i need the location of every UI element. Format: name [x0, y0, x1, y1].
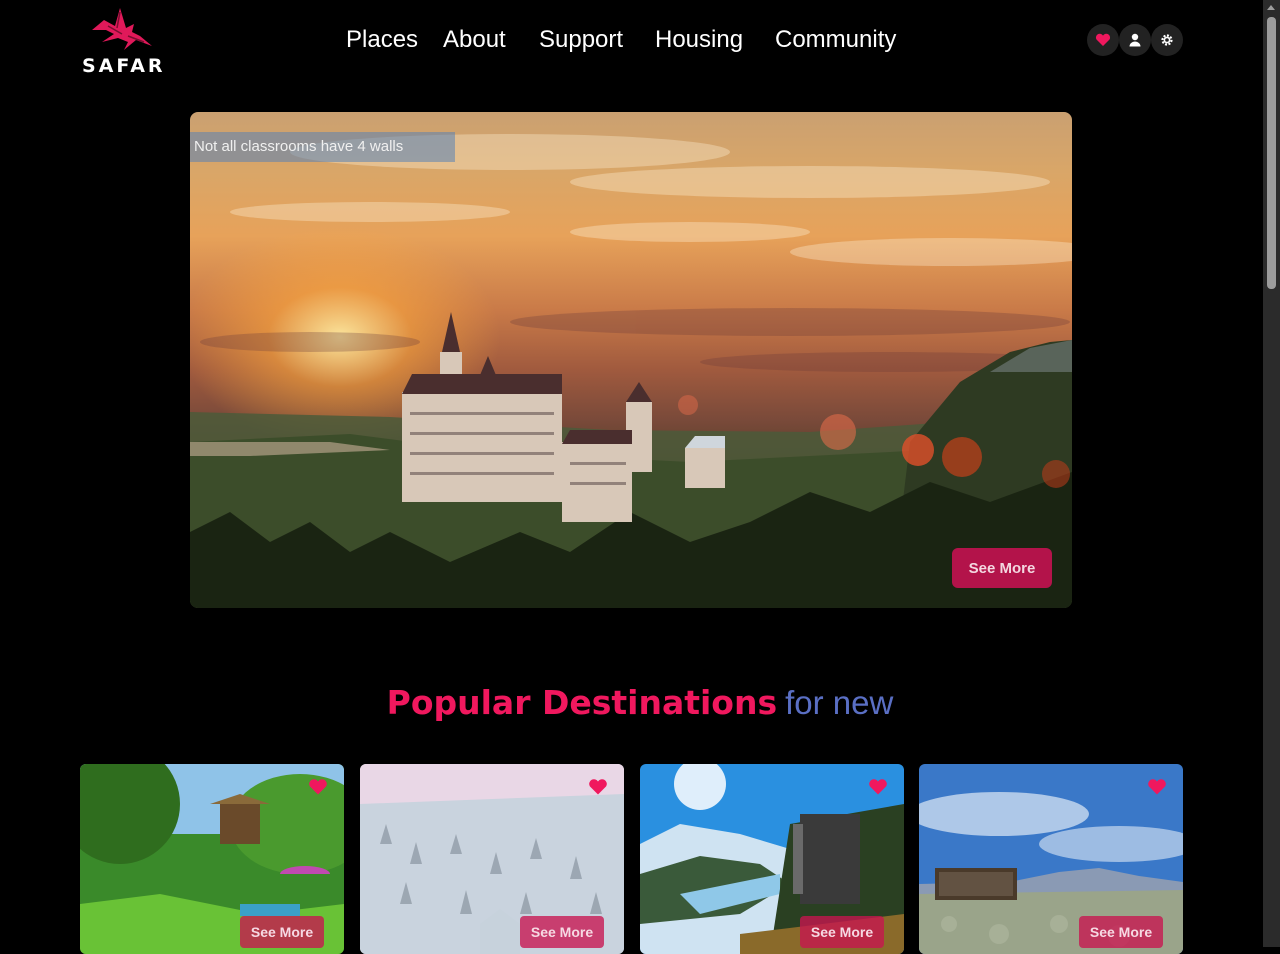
- settings-button[interactable]: [1151, 24, 1183, 56]
- heart-icon[interactable]: [1147, 778, 1167, 796]
- destination-card[interactable]: See More: [640, 764, 904, 954]
- castle-sunset-image: [190, 134, 1072, 608]
- section-title: Popular Destinations for new: [0, 683, 1280, 722]
- nav-item-places[interactable]: Places: [346, 26, 418, 54]
- brand-name: SAFAR: [82, 55, 166, 77]
- card-see-more-button[interactable]: See More: [800, 916, 884, 948]
- favorites-button[interactable]: [1087, 24, 1119, 56]
- card-see-more-button[interactable]: See More: [520, 916, 604, 948]
- scroll-up-icon[interactable]: [1267, 5, 1275, 10]
- nav-item-support[interactable]: Support: [539, 26, 623, 54]
- hero-banner: Not all classrooms have 4 walls See More: [190, 112, 1072, 608]
- user-icon: [1129, 33, 1141, 47]
- heart-icon: [1095, 33, 1111, 46]
- card-see-more-button[interactable]: See More: [240, 916, 324, 948]
- profile-button[interactable]: [1119, 24, 1151, 56]
- section-title-main: Popular Destinations: [386, 683, 778, 722]
- gear-icon: [1161, 34, 1173, 46]
- heart-icon[interactable]: [868, 778, 888, 796]
- heart-icon[interactable]: [588, 778, 608, 796]
- hero-caption: Not all classrooms have 4 walls: [190, 132, 455, 162]
- hero-see-more-button[interactable]: See More: [952, 548, 1052, 588]
- heart-icon[interactable]: [308, 778, 328, 796]
- nav-item-housing[interactable]: Housing: [655, 26, 743, 54]
- nav-item-about[interactable]: About: [443, 26, 506, 54]
- scroll-thumb[interactable]: [1267, 17, 1276, 289]
- section-title-sub: for new: [785, 684, 894, 721]
- destination-card[interactable]: See More: [360, 764, 624, 954]
- destination-card[interactable]: See More: [80, 764, 344, 954]
- page-scrollbar[interactable]: [1263, 0, 1280, 947]
- card-see-more-button[interactable]: See More: [1079, 916, 1163, 948]
- destination-card[interactable]: See More: [919, 764, 1183, 954]
- nav-item-community[interactable]: Community: [775, 26, 896, 54]
